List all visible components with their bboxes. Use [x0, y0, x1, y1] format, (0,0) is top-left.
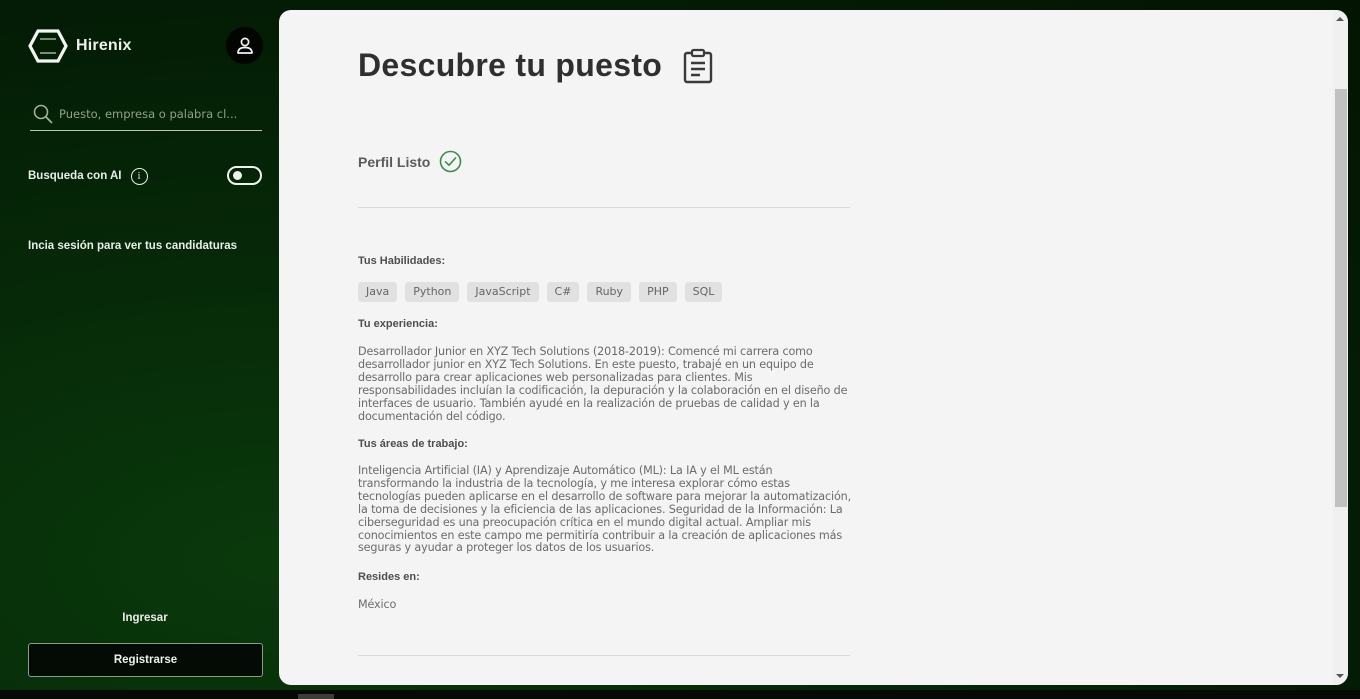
page-title: Descubre tu puesto [358, 47, 663, 83]
profile-status-label: Perfil Listo [358, 153, 431, 170]
profile-button[interactable] [226, 27, 263, 64]
experience-label: Tu experiencia: [358, 318, 438, 330]
areas-label: Tus áreas de trabajo: [358, 438, 468, 450]
search-icon [33, 104, 53, 124]
sidebar: Hirenix Busqueda con AI i Incia sesión p… [0, 0, 280, 699]
app-name: Hirenix [76, 37, 132, 54]
experience-text: Desarrollador Junior en XYZ Tech Solutio… [358, 345, 848, 423]
scrollbar-thumb[interactable] [1335, 89, 1347, 507]
skill-chip: Ruby [587, 282, 632, 302]
location-label: Resides en: [358, 571, 420, 583]
divider-bottom [358, 655, 850, 656]
divider-top [358, 207, 850, 208]
search-input[interactable] [59, 107, 259, 121]
clipboard-icon [683, 48, 713, 83]
page-header: Descubre tu puesto [358, 47, 714, 84]
register-button[interactable]: Registrarse [28, 643, 263, 677]
skill-chip: C# [546, 282, 580, 302]
location-value: México [358, 598, 397, 611]
skill-chip: Java [358, 282, 398, 302]
hexagon-logo-icon [28, 29, 68, 63]
login-prompt-text: Incia sesión para ver tus candidaturas [28, 240, 237, 252]
bottom-bar [0, 690, 1360, 699]
ai-search-label: Busqueda con AI [28, 170, 122, 182]
main-panel: Descubre tu puesto Perfil Listo Tus Habi… [279, 10, 1348, 685]
login-button[interactable]: Ingresar [28, 612, 262, 624]
skills-list: Java Python JavaScript C# Ruby PHP SQL [358, 282, 723, 302]
ai-search-row: Busqueda con AI i [28, 165, 262, 187]
skill-chip: PHP [639, 282, 677, 302]
scroll-up-arrow-icon[interactable] [1336, 17, 1344, 21]
check-circle-icon [440, 150, 462, 173]
info-icon[interactable]: i [130, 167, 148, 185]
user-icon [236, 37, 253, 54]
scroll-down-arrow-icon[interactable] [1336, 674, 1344, 678]
profile-status: Perfil Listo [358, 150, 462, 173]
ai-search-toggle[interactable] [227, 166, 262, 185]
skill-chip: SQL [684, 282, 723, 302]
vertical-scrollbar[interactable] [1333, 10, 1348, 685]
areas-text: Inteligencia Artificial (IA) y Aprendiza… [358, 464, 852, 555]
logo[interactable]: Hirenix [28, 29, 132, 63]
skill-chip: JavaScript [467, 282, 539, 302]
bottom-tab-indicator [298, 694, 334, 699]
skills-label: Tus Habilidades: [358, 255, 446, 267]
toggle-knob [233, 171, 242, 180]
skill-chip: Python [405, 282, 460, 302]
search-bar [30, 98, 262, 131]
